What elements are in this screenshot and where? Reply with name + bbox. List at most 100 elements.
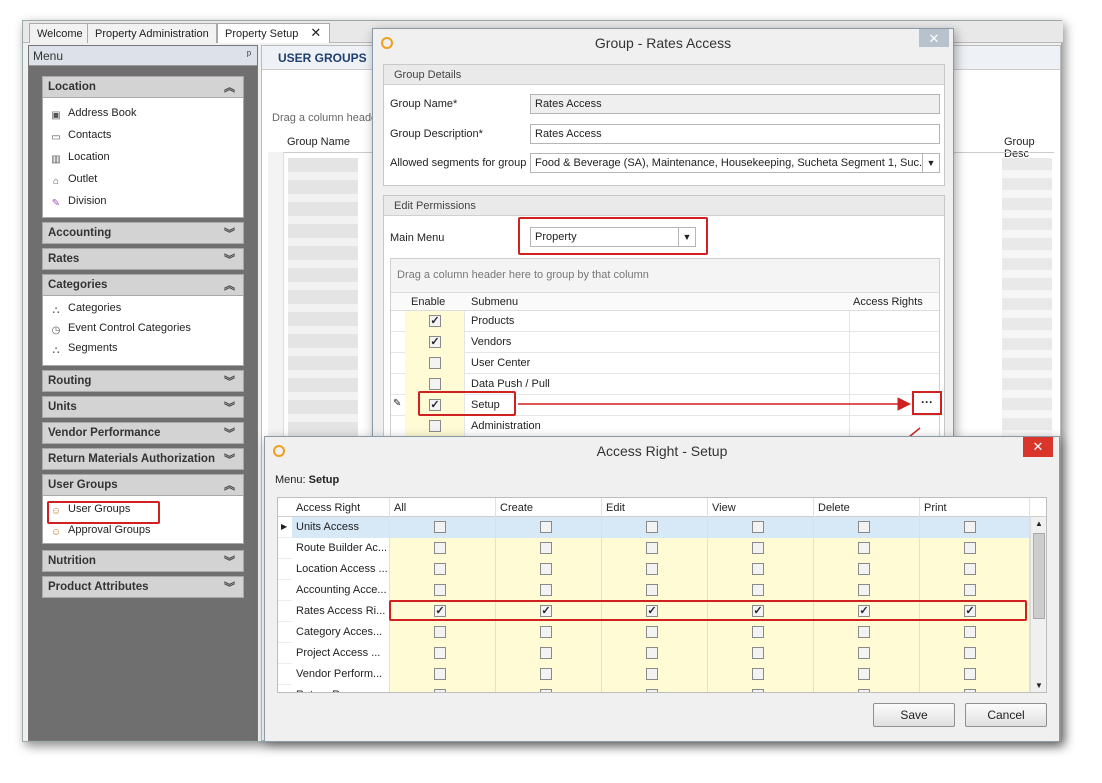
column-header[interactable]: Edit [602,498,708,517]
permission-checkbox[interactable] [858,563,870,575]
access-right-name: Vendor Perform... [292,664,390,685]
rates-access-row-highlight [389,600,1027,621]
permission-checkbox[interactable] [858,689,870,692]
permission-checkbox[interactable] [646,542,658,554]
menu-value: Setup [308,474,340,486]
permission-checkbox[interactable] [964,689,976,692]
permission-cell [814,622,920,643]
permission-cell [814,559,920,580]
permission-checkbox[interactable] [752,647,764,659]
permission-checkbox[interactable] [434,563,446,575]
permission-checkbox[interactable] [858,647,870,659]
permission-checkbox[interactable] [646,647,658,659]
permission-cell [920,643,1030,664]
button-label: Save [900,708,928,722]
permission-checkbox[interactable] [540,689,552,692]
table-row[interactable]: Vendor Perform... [278,664,1030,685]
permission-checkbox[interactable] [964,584,976,596]
permission-cell [708,643,814,664]
column-header[interactable]: Delete [814,498,920,517]
permission-cell [390,580,496,601]
table-row[interactable]: Location Access ... [278,559,1030,580]
permission-checkbox[interactable] [858,521,870,533]
permission-checkbox[interactable] [964,668,976,680]
permission-checkbox[interactable] [540,647,552,659]
column-header[interactable]: All [390,498,496,517]
permission-checkbox[interactable] [434,689,446,692]
permission-checkbox[interactable] [540,542,552,554]
column-header[interactable]: View [708,498,814,517]
permission-checkbox[interactable] [858,668,870,680]
permission-checkbox[interactable] [752,521,764,533]
permission-cell [602,580,708,601]
permission-checkbox[interactable] [752,689,764,692]
permission-checkbox[interactable] [964,626,976,638]
scroll-up-icon[interactable]: ▲ [1035,519,1043,528]
permission-checkbox[interactable] [540,563,552,575]
permission-checkbox[interactable] [434,542,446,554]
table-row[interactable]: Project Access ... [278,643,1030,664]
permission-checkbox[interactable] [752,563,764,575]
permission-checkbox[interactable] [540,521,552,533]
permission-cell [602,685,708,692]
access-right-name: Return Ro... [292,685,390,692]
permission-checkbox[interactable] [858,584,870,596]
permission-checkbox[interactable] [646,563,658,575]
permission-cell [920,580,1030,601]
permission-cell [708,664,814,685]
permission-checkbox[interactable] [964,647,976,659]
permission-checkbox[interactable] [858,542,870,554]
permission-checkbox[interactable] [434,521,446,533]
access-right-dialog: Access Right - Setup ✕ Menu: Setup Acces… [264,436,1060,742]
permission-cell [920,559,1030,580]
permission-checkbox[interactable] [752,668,764,680]
button-label: Cancel [987,708,1025,722]
permission-checkbox[interactable] [964,563,976,575]
scroll-down-icon[interactable]: ▼ [1035,681,1043,690]
menu-label: Menu: Setup [275,474,339,486]
close-icon: ✕ [1032,439,1044,454]
column-header[interactable]: Print [920,498,1030,517]
save-button[interactable]: Save [873,703,955,727]
permission-checkbox[interactable] [434,647,446,659]
permission-checkbox[interactable] [858,626,870,638]
permission-checkbox[interactable] [646,584,658,596]
permission-checkbox[interactable] [434,626,446,638]
permission-cell [602,622,708,643]
table-row[interactable]: ▶ Units Access [278,517,1030,538]
close-button[interactable]: ✕ [1023,437,1053,457]
permission-cell [920,685,1030,692]
permission-checkbox[interactable] [752,542,764,554]
permission-checkbox[interactable] [964,542,976,554]
permission-checkbox[interactable] [646,521,658,533]
vertical-scrollbar[interactable]: ▲ ▼ [1030,517,1046,692]
permission-checkbox[interactable] [540,626,552,638]
table-row[interactable]: Route Builder Ac... [278,538,1030,559]
permission-cell [390,664,496,685]
table-row[interactable]: Return Ro... [278,685,1030,692]
permission-checkbox[interactable] [434,584,446,596]
permission-cell [814,517,920,538]
permission-cell [390,643,496,664]
permission-cell [814,643,920,664]
permission-checkbox[interactable] [434,668,446,680]
column-header[interactable]: Access Right [292,498,390,517]
scrollbar-thumb[interactable] [1033,533,1045,619]
table-row[interactable]: Accounting Acce... [278,580,1030,601]
permission-checkbox[interactable] [646,689,658,692]
access-right-name: Location Access ... [292,559,390,580]
permission-cell [708,538,814,559]
cancel-button[interactable]: Cancel [965,703,1047,727]
permission-checkbox[interactable] [646,626,658,638]
permission-cell [814,685,920,692]
permission-checkbox[interactable] [540,584,552,596]
permission-cell [496,664,602,685]
permission-checkbox[interactable] [752,626,764,638]
column-header[interactable]: Create [496,498,602,517]
permission-checkbox[interactable] [646,668,658,680]
menu-label-text: Menu: [275,474,306,486]
permission-checkbox[interactable] [964,521,976,533]
permission-checkbox[interactable] [752,584,764,596]
table-row[interactable]: Category Acces... [278,622,1030,643]
permission-checkbox[interactable] [540,668,552,680]
